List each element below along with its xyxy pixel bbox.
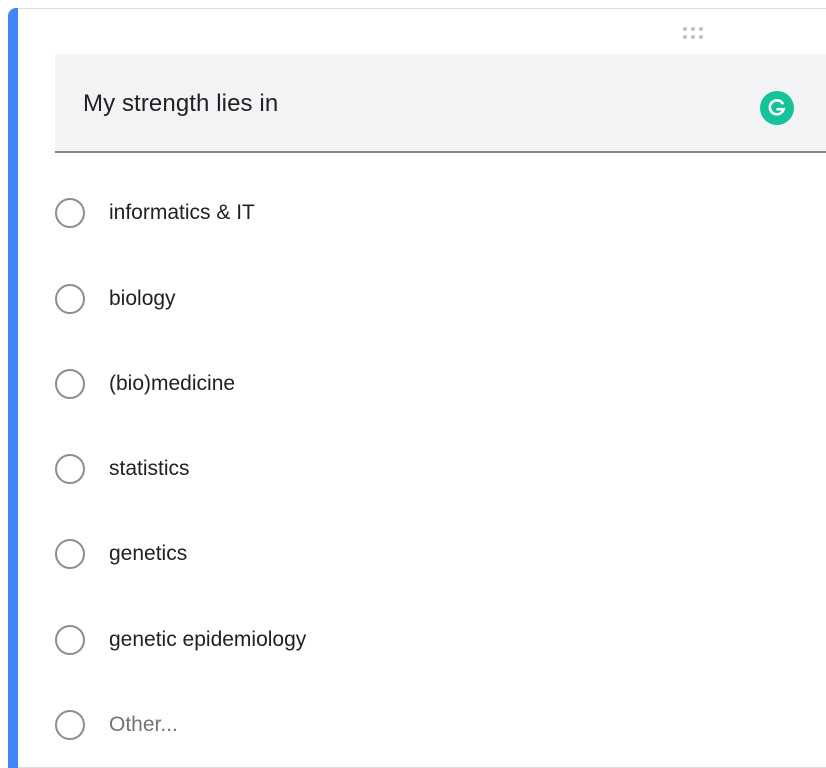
option-other[interactable]: Other... — [55, 708, 178, 742]
radio-button-icon[interactable] — [55, 625, 85, 655]
option-other-label[interactable]: Other... — [109, 713, 178, 737]
option-genetics[interactable]: genetics — [55, 537, 187, 571]
drag-handle-icon[interactable] — [683, 27, 711, 43]
option-label[interactable]: (bio)medicine — [109, 372, 235, 396]
option-statistics[interactable]: statistics — [55, 452, 190, 486]
option-label[interactable]: informatics & IT — [109, 201, 255, 225]
radio-button-icon[interactable] — [55, 369, 85, 399]
active-card-accent-bar — [8, 8, 18, 768]
radio-button-icon[interactable] — [55, 198, 85, 228]
question-title-field[interactable]: My strength lies in — [55, 54, 826, 153]
option-biomedicine[interactable]: (bio)medicine — [55, 367, 235, 401]
option-biology[interactable]: biology — [55, 282, 176, 316]
option-label[interactable]: biology — [109, 287, 176, 311]
grammarly-icon[interactable] — [760, 91, 794, 125]
option-label[interactable]: statistics — [109, 457, 190, 481]
radio-button-icon[interactable] — [55, 539, 85, 569]
radio-button-icon[interactable] — [55, 284, 85, 314]
option-label[interactable]: genetics — [109, 542, 187, 566]
option-label[interactable]: genetic epidemiology — [109, 628, 306, 652]
question-title-text[interactable]: My strength lies in — [83, 90, 278, 118]
radio-button-icon[interactable] — [55, 454, 85, 484]
option-informatics[interactable]: informatics & IT — [55, 196, 255, 230]
radio-button-icon[interactable] — [55, 710, 85, 740]
grammarly-g-icon — [768, 99, 786, 116]
option-genetic-epidemiology[interactable]: genetic epidemiology — [55, 623, 306, 657]
